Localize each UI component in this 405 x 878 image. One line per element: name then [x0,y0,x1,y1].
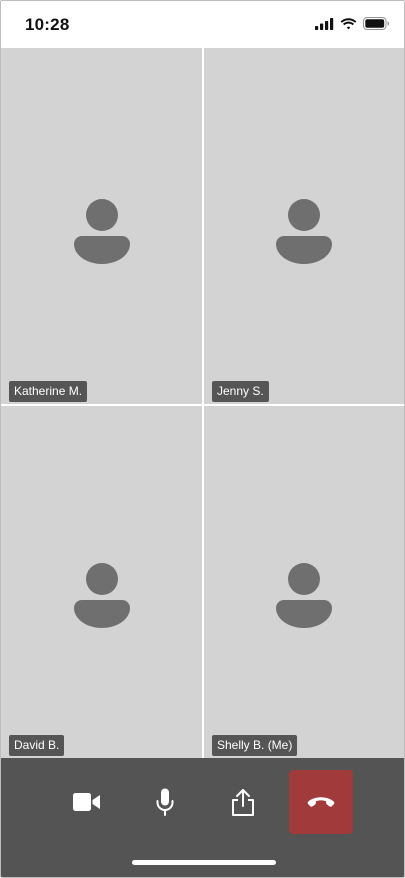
end-call-button[interactable] [289,770,353,834]
call-toolbar [1,758,404,877]
person-avatar-icon [276,563,332,628]
wifi-icon [340,17,357,29]
participant-grid: Katherine M. Jenny S. David B. Shelly B.… [1,48,404,758]
participant-tile[interactable]: Jenny S. [204,48,404,404]
participant-name-tag: Shelly B. (Me) [212,735,298,756]
microphone-icon [156,788,174,816]
participant-name-tag: Katherine M. [9,381,88,402]
person-avatar-icon [276,199,332,264]
battery-icon [363,17,390,30]
video-camera-icon [73,793,100,811]
participant-tile[interactable]: Shelly B. (Me) [204,406,404,758]
participant-name-tag: David B. [9,735,65,756]
participant-tile[interactable]: Katherine M. [1,48,202,404]
video-call-screen: 10:28 Katherine M. Jenny S. David B. She… [0,0,405,878]
share-icon [232,789,254,816]
person-avatar-icon [73,563,130,628]
participant-tile[interactable]: David B. [1,406,202,758]
cellular-signal-icon [315,17,334,30]
video-toggle-button[interactable] [55,770,119,834]
home-indicator[interactable] [132,860,276,865]
status-time: 10:28 [25,15,70,34]
microphone-toggle-button[interactable] [133,770,197,834]
status-bar: 10:28 [1,1,404,48]
end-call-icon [307,797,335,807]
person-avatar-icon [73,199,130,264]
status-icons [315,17,390,30]
participant-name-tag: Jenny S. [212,381,269,402]
share-button[interactable] [211,770,275,834]
